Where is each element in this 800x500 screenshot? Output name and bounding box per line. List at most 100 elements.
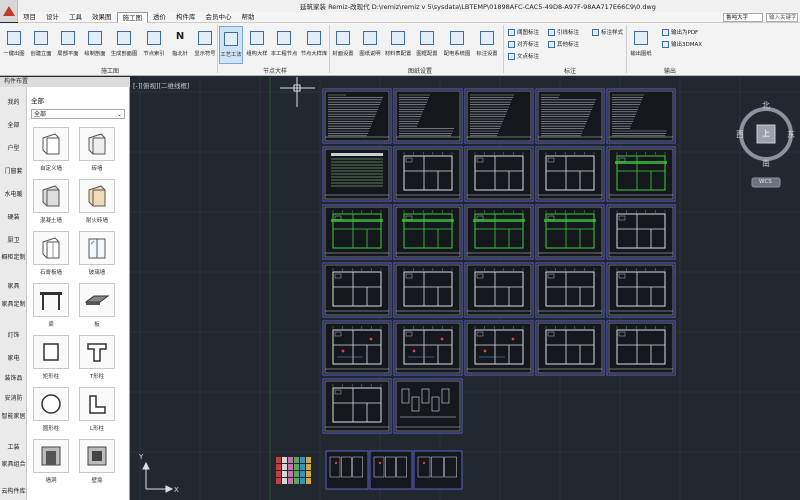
viewcube[interactable]: 北 南 东 西 上 WCS <box>735 101 797 192</box>
annotation-settings-button[interactable]: 标注设置 <box>475 26 499 64</box>
drawing-sheet[interactable] <box>606 320 676 376</box>
output-drawing-button[interactable]: 输出图纸 <box>629 26 653 64</box>
search-scope-select[interactable]: 鲁吨大字 <box>723 13 763 22</box>
node-library-button[interactable]: 节点大样库 <box>301 26 327 64</box>
align-annotation-button[interactable]: 对齐标注 <box>508 39 539 49</box>
drawing-sheet[interactable] <box>322 320 392 376</box>
export-3dmax-button[interactable]: 输出3DMAX <box>662 39 702 49</box>
one-click-drawing-button[interactable]: 一键出图 <box>2 26 26 64</box>
category-furniture[interactable]: 家具 <box>0 281 27 290</box>
show-symbol-button[interactable]: 显示符号 <box>193 26 217 64</box>
category-furniture-set[interactable]: 家具组合 <box>0 460 27 469</box>
drawing-sheet[interactable] <box>464 204 534 260</box>
menu-item-quote[interactable]: 透价 <box>148 12 171 23</box>
drawing-sheet[interactable] <box>393 146 463 202</box>
tile-beam[interactable]: 梁 <box>31 283 71 331</box>
drawing-sheet[interactable] <box>535 88 605 144</box>
create-elevation-button[interactable]: 创建立面 <box>29 26 53 64</box>
category-decoration[interactable]: 装饰品 <box>0 373 27 382</box>
category-mine[interactable]: 我的 <box>0 97 27 106</box>
drawing-sheet[interactable] <box>393 204 463 260</box>
drawing-notes-button[interactable]: 图纸说明 <box>358 26 382 64</box>
drawing-sheet[interactable] <box>322 146 392 202</box>
node-index-button[interactable]: 节点索引 <box>142 26 166 64</box>
wcs-menu[interactable]: WCS <box>759 179 772 185</box>
drawing-sheet[interactable] <box>393 378 463 434</box>
drawing-sheet[interactable] <box>535 262 605 318</box>
drawing-sheet[interactable] <box>606 262 676 318</box>
drawing-sheet[interactable] <box>393 88 463 144</box>
category-furniture-custom[interactable]: 家具定制 <box>0 300 27 309</box>
drawing-sheet[interactable] <box>322 204 392 260</box>
drawing-sheet[interactable] <box>464 320 534 376</box>
tile-brick-wall[interactable]: 砖墙 <box>77 127 117 175</box>
category-door-window[interactable]: 门窗套 <box>0 166 27 175</box>
drawing-sheet[interactable] <box>322 378 392 434</box>
material-table-button[interactable]: 材料表配置 <box>385 26 411 64</box>
project-node-button[interactable]: 本工程节点 <box>271 26 297 64</box>
drawing-sheet[interactable] <box>464 88 534 144</box>
other-annotation-button[interactable]: 其他标注 <box>548 39 579 49</box>
app-logo-button[interactable] <box>0 0 18 22</box>
process-method-button[interactable]: 工艺工法 <box>219 26 243 64</box>
tile-t-column[interactable]: T形柱 <box>77 335 117 383</box>
drawing-sheet[interactable] <box>276 457 311 484</box>
tile-custom-wall[interactable]: 自定义墙 <box>31 127 71 175</box>
category-plumbing-electric[interactable]: 水电暖 <box>0 189 27 198</box>
category-hard-decor[interactable]: 硬装 <box>0 212 27 221</box>
leader-annotation-button[interactable]: 引线标注 <box>548 27 579 37</box>
drawing-sheet[interactable] <box>413 450 463 490</box>
drawing-sheet[interactable] <box>393 262 463 318</box>
category-floorplan[interactable]: 户型 <box>0 143 27 152</box>
composite-detail-button[interactable]: 组构大样 <box>245 26 269 64</box>
search-input[interactable]: 输入关键字 <box>766 13 798 22</box>
category-commercial[interactable]: 工装 <box>0 442 27 451</box>
tile-glass-wall[interactable]: 玻璃墙 <box>77 231 117 279</box>
category-smart-home[interactable]: 智能家居 <box>0 412 27 421</box>
palette-filter-select[interactable]: 全部 ⌄ <box>31 109 125 119</box>
tile-wall-opening[interactable]: 墙洞 <box>31 439 71 487</box>
category-kitchen-bath[interactable]: 厨卫 <box>0 235 27 244</box>
tile-firebrick-wall[interactable]: 耐火砖墙 <box>77 179 117 227</box>
north-arrow-button[interactable]: N 指北针 <box>168 26 192 64</box>
drawing-sheet[interactable] <box>606 146 676 202</box>
menu-item-render[interactable]: 效果图 <box>87 12 117 23</box>
drawing-canvas[interactable]: Y X [-][俯视][二维线框] 北 南 东 西 上 WCS <box>130 77 800 500</box>
category-lighting[interactable]: 灯饰 <box>0 330 27 339</box>
tile-slab[interactable]: 板 <box>77 283 117 331</box>
draw-section-button[interactable]: 绘制剖面 <box>83 26 107 64</box>
point-annotation-button[interactable]: 文点标注 <box>508 51 539 61</box>
drawing-sheet[interactable] <box>369 450 413 490</box>
cover-settings-button[interactable]: 封面设置 <box>331 26 355 64</box>
annotation-style-button[interactable]: 标注样式 <box>592 27 623 37</box>
menu-item-project[interactable]: 项目 <box>18 12 41 23</box>
category-cabinet-custom[interactable]: 橱柜定制 <box>0 253 27 262</box>
menu-item-design[interactable]: 设计 <box>41 12 64 23</box>
tile-concrete-wall[interactable]: 混凝土墙 <box>31 179 71 227</box>
drawing-sheet[interactable] <box>325 450 369 490</box>
menu-item-member-center[interactable]: 会员中心 <box>201 12 237 23</box>
tile-l-column[interactable]: L形柱 <box>77 387 117 435</box>
frame-config-button[interactable]: 图框配置 <box>415 26 439 64</box>
dimension-annotation-button[interactable]: 阈图标注 <box>508 27 539 37</box>
drawing-sheet[interactable] <box>322 262 392 318</box>
menu-item-component-library[interactable]: 构件库 <box>171 12 201 23</box>
distribution-diagram-button[interactable]: 配电系统图 <box>444 26 470 64</box>
drawing-sheet[interactable] <box>606 204 676 260</box>
tile-round-column[interactable]: 圆形柱 <box>31 387 71 435</box>
drawing-sheet[interactable] <box>606 88 676 144</box>
partial-plan-button[interactable]: 局部平面 <box>56 26 80 64</box>
drawing-sheet[interactable] <box>464 146 534 202</box>
drawing-sheet[interactable] <box>393 320 463 376</box>
category-cloud-library[interactable]: 云构件库 <box>0 487 27 496</box>
drawing-sheet[interactable] <box>464 262 534 318</box>
menu-item-construction-drawing[interactable]: 施工图 <box>116 11 148 23</box>
generate-section-button[interactable]: 生成剖面图 <box>111 26 137 64</box>
menu-item-tools[interactable]: 工具 <box>64 12 87 23</box>
category-fire-safety[interactable]: 安消防 <box>0 393 27 402</box>
viewport-controls[interactable]: [-][俯视][二维线框] <box>133 80 190 90</box>
tile-rect-column[interactable]: 矩形柱 <box>31 335 71 383</box>
drawing-sheet[interactable] <box>535 320 605 376</box>
tile-niche[interactable]: 壁龛 <box>77 439 117 487</box>
drawing-sheet[interactable] <box>322 88 392 144</box>
